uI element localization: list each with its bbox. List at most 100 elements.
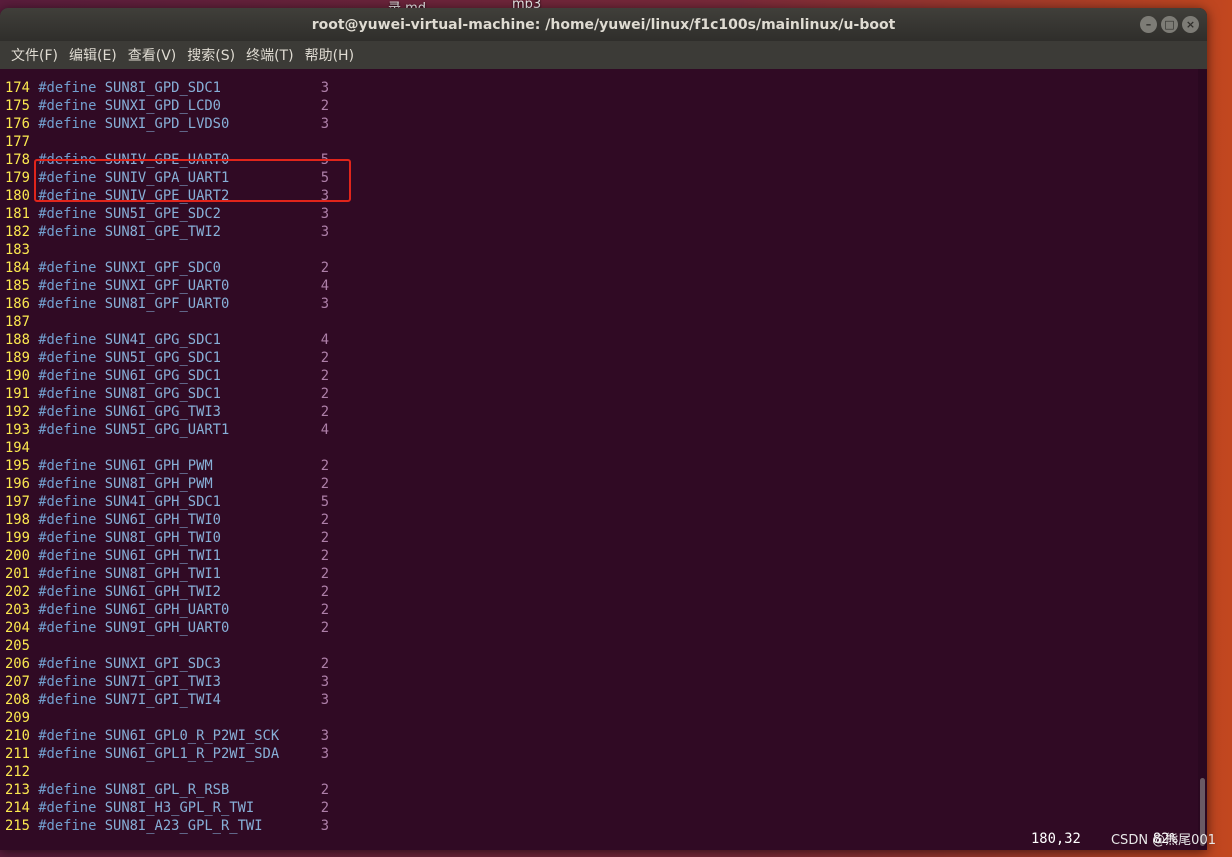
menu-help[interactable]: 帮助(H) — [305, 45, 354, 65]
macro-value: 3 — [320, 674, 330, 690]
line-number: 189 — [5, 350, 30, 366]
macro-value: 2 — [320, 260, 330, 276]
macro-value: 4 — [320, 278, 330, 294]
code-line: 208 #define SUN7I_GPI_TWI4 3 — [5, 691, 329, 709]
scrollbar-track[interactable] — [1198, 69, 1207, 850]
code-line: 204 #define SUN9I_GPH_UART0 2 — [5, 619, 329, 637]
menu-view[interactable]: 查看(V) — [128, 45, 177, 65]
code-line: 187 — [5, 313, 30, 331]
line-number: 179 — [5, 170, 30, 186]
macro-value: 5 — [320, 152, 330, 168]
code-line: 205 — [5, 637, 30, 655]
macro-value: 3 — [320, 206, 330, 222]
code-line: 212 — [5, 763, 30, 781]
code-line: 193 #define SUN5I_GPG_UART1 4 — [5, 421, 329, 439]
macro-name: SUN6I_GPH_UART0 — [104, 602, 230, 618]
macro-name: SUN6I_GPG_SDC1 — [104, 368, 221, 384]
macro-value: 2 — [320, 386, 330, 402]
code-line: 200 #define SUN6I_GPH_TWI1 2 — [5, 547, 329, 565]
define-keyword: #define — [38, 692, 97, 708]
code-line: 209 — [5, 709, 30, 727]
define-keyword: #define — [38, 800, 97, 816]
line-number: 215 — [5, 818, 30, 834]
line-number: 177 — [5, 134, 30, 150]
code-line: 185 #define SUNXI_GPF_UART0 4 — [5, 277, 329, 295]
line-number: 198 — [5, 512, 30, 528]
terminal-content[interactable]: 174 #define SUN8I_GPD_SDC1 3 175 #define S… — [0, 69, 1198, 850]
line-number: 210 — [5, 728, 30, 744]
macro-name: SUNXI_GPD_LVDS0 — [104, 116, 230, 132]
code-line: 194 — [5, 439, 30, 457]
line-number: 201 — [5, 566, 30, 582]
minimize-button[interactable]: – — [1140, 16, 1157, 33]
define-keyword: #define — [38, 80, 97, 96]
macro-name: SUN4I_GPH_SDC1 — [104, 494, 221, 510]
line-number: 185 — [5, 278, 30, 294]
line-number: 183 — [5, 242, 30, 258]
line-number: 194 — [5, 440, 30, 456]
code-line: 180 #define SUNIV_GPE_UART2 3 — [5, 187, 329, 205]
define-keyword: #define — [38, 206, 97, 222]
define-keyword: #define — [38, 278, 97, 294]
code-line: 175 #define SUNXI_GPD_LCD0 2 — [5, 97, 329, 115]
define-keyword: #define — [38, 350, 97, 366]
close-button[interactable]: × — [1182, 16, 1199, 33]
menu-search[interactable]: 搜索(S) — [187, 45, 235, 65]
macro-name: SUN4I_GPG_SDC1 — [104, 332, 221, 348]
macro-value: 3 — [320, 746, 330, 762]
macro-name: SUN6I_GPL1_R_P2WI_SDA — [104, 746, 280, 762]
macro-name: SUNXI_GPD_LCD0 — [104, 98, 221, 114]
code-line: 179 #define SUNIV_GPA_UART1 5 — [5, 169, 329, 187]
line-number: 175 — [5, 98, 30, 114]
macro-name: SUN8I_A23_GPL_R_TWI — [104, 818, 263, 834]
maximize-button[interactable]: □ — [1161, 16, 1178, 33]
line-number: 184 — [5, 260, 30, 276]
line-number: 209 — [5, 710, 30, 726]
define-keyword: #define — [38, 476, 97, 492]
line-number: 197 — [5, 494, 30, 510]
line-number: 208 — [5, 692, 30, 708]
code-line: 215 #define SUN8I_A23_GPL_R_TWI 3 — [5, 817, 329, 835]
macro-value: 3 — [320, 818, 330, 834]
menu-bar: 文件(F) 编辑(E) 查看(V) 搜索(S) 终端(T) 帮助(H) — [0, 41, 1207, 69]
define-keyword: #define — [38, 152, 97, 168]
line-number: 202 — [5, 584, 30, 600]
line-number: 176 — [5, 116, 30, 132]
line-number: 186 — [5, 296, 30, 312]
line-number: 182 — [5, 224, 30, 240]
title-bar[interactable]: root@yuwei-virtual-machine: /home/yuwei/… — [0, 8, 1207, 41]
menu-file[interactable]: 文件(F) — [11, 45, 58, 65]
define-keyword: #define — [38, 548, 97, 564]
macro-name: SUN8I_GPH_TWI0 — [104, 530, 221, 546]
menu-edit[interactable]: 编辑(E) — [69, 45, 117, 65]
line-number: 213 — [5, 782, 30, 798]
define-keyword: #define — [38, 746, 97, 762]
define-keyword: #define — [38, 584, 97, 600]
macro-value: 2 — [320, 458, 330, 474]
code-line: 183 — [5, 241, 30, 259]
code-line: 211 #define SUN6I_GPL1_R_P2WI_SDA 3 — [5, 745, 329, 763]
macro-value: 2 — [320, 566, 330, 582]
macro-name: SUN8I_GPD_SDC1 — [104, 80, 221, 96]
code-line: 202 #define SUN6I_GPH_TWI2 2 — [5, 583, 329, 601]
macro-name: SUN5I_GPG_SDC1 — [104, 350, 221, 366]
macro-name: SUNXI_GPF_UART0 — [104, 278, 230, 294]
define-keyword: #define — [38, 260, 97, 276]
define-keyword: #define — [38, 170, 97, 186]
line-number: 214 — [5, 800, 30, 816]
code-line: 214 #define SUN8I_H3_GPL_R_TWI 2 — [5, 799, 329, 817]
line-number: 200 — [5, 548, 30, 564]
menu-terminal[interactable]: 终端(T) — [246, 45, 293, 65]
define-keyword: #define — [38, 404, 97, 420]
macro-name: SUN8I_GPF_UART0 — [104, 296, 230, 312]
define-keyword: #define — [38, 188, 97, 204]
macro-name: SUNIV_GPA_UART1 — [104, 170, 230, 186]
define-keyword: #define — [38, 332, 97, 348]
window-controls: – □ × — [1140, 16, 1199, 33]
macro-value: 5 — [320, 494, 330, 510]
macro-name: SUN8I_H3_GPL_R_TWI — [104, 800, 255, 816]
define-keyword: #define — [38, 98, 97, 114]
macro-value: 2 — [320, 584, 330, 600]
line-number: 180 — [5, 188, 30, 204]
line-number: 181 — [5, 206, 30, 222]
